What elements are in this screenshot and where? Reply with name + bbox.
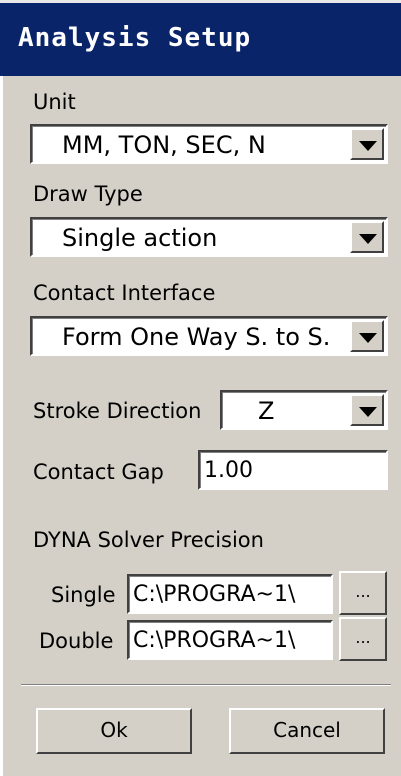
chevron-down-icon[interactable] [350, 128, 384, 160]
stroke-direction-value: Z [258, 397, 275, 425]
draw-type-dropdown[interactable]: Single action [30, 217, 388, 257]
ok-button[interactable]: Ok [36, 708, 192, 754]
single-path-input[interactable]: C:\PROGRA~1\ [127, 574, 333, 614]
contact-gap-label: Contact Gap [33, 460, 164, 484]
solver-precision-heading: DYNA Solver Precision [33, 528, 264, 552]
window-title: Analysis Setup [18, 23, 252, 53]
draw-type-value: Single action [62, 224, 218, 252]
unit-value: MM, TON, SEC, N [62, 131, 266, 159]
double-path-input[interactable]: C:\PROGRA~1\ [127, 620, 333, 660]
double-label: Double [39, 629, 114, 653]
draw-type-label: Draw Type [33, 182, 143, 206]
chevron-down-icon[interactable] [350, 320, 384, 352]
unit-label: Unit [33, 90, 76, 114]
single-browse-button[interactable]: ... [339, 571, 387, 615]
contact-interface-dropdown[interactable]: Form One Way S. to S. [30, 316, 388, 356]
stroke-direction-dropdown[interactable]: Z [220, 390, 388, 430]
contact-interface-value: Form One Way S. to S. [62, 323, 331, 351]
title-bar[interactable]: Analysis Setup [0, 0, 401, 76]
contact-gap-input[interactable]: 1.00 [198, 450, 388, 490]
single-label: Single [51, 583, 116, 607]
separator [21, 684, 391, 686]
contact-interface-label: Contact Interface [33, 281, 216, 305]
chevron-down-icon[interactable] [350, 394, 384, 426]
contact-gap-value: 1.00 [204, 458, 253, 483]
cancel-button[interactable]: Cancel [229, 708, 385, 754]
dialog-body: Unit MM, TON, SEC, N Draw Type Single ac… [0, 76, 401, 776]
unit-dropdown[interactable]: MM, TON, SEC, N [30, 124, 388, 164]
stroke-direction-label: Stroke Direction [33, 399, 202, 423]
single-path-value: C:\PROGRA~1\ [133, 582, 296, 607]
double-browse-button[interactable]: ... [339, 617, 387, 661]
chevron-down-icon[interactable] [350, 221, 384, 253]
double-path-value: C:\PROGRA~1\ [133, 628, 296, 653]
